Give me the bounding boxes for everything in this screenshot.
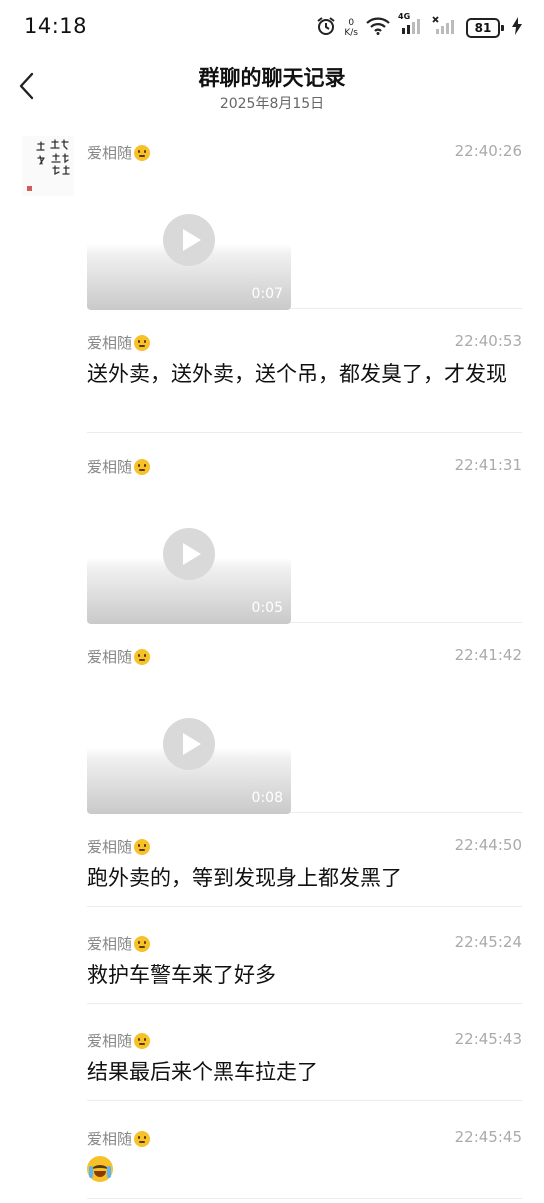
shushing-face-icon [134, 144, 151, 161]
sender-name: 爱相随 [87, 456, 151, 477]
sender-name: 爱相随 [87, 646, 151, 667]
sender-name: 爱相随 [87, 836, 151, 857]
sender-name: 爱相随 [87, 142, 151, 163]
video-message[interactable]: 0:07 [87, 192, 291, 310]
shushing-face-icon [134, 935, 151, 952]
message-text: 结果最后来个黑车拉走了 [87, 1060, 318, 1084]
message-time: 22:41:42 [454, 646, 522, 664]
status-time: 14:18 [24, 14, 88, 38]
video-message[interactable]: 0:08 [87, 696, 291, 814]
header: 群聊的聊天记录 2025年8月15日 [0, 56, 544, 126]
play-icon [163, 528, 215, 580]
sender-name: 爱相随 [87, 1030, 151, 1051]
message-time: 22:45:24 [454, 933, 522, 951]
message-item: 爱相随 22:41:42 0:08 [87, 644, 522, 814]
page-title: 群聊的聊天记录 [198, 66, 346, 90]
message-time: 22:40:53 [454, 332, 522, 350]
message-item: 爱相随 22:45:24 救护车警车来了好多 [87, 931, 522, 1004]
avatar[interactable] [22, 136, 74, 196]
message-item: 爱相随 22:45:45 [87, 1126, 522, 1199]
battery-icon: 81 [466, 18, 504, 38]
video-duration: 0:08 [251, 790, 283, 806]
message-time: 22:41:31 [454, 456, 522, 474]
message-item: 爱相随 22:44:50 跑外卖的，等到发现身上都发黑了 [87, 834, 522, 907]
message-text: 送外卖，送外卖，送个吊，都发臭了，才发现 [87, 362, 507, 386]
shushing-face-icon [134, 1130, 151, 1147]
shushing-face-icon [134, 458, 151, 475]
sender-name: 爱相随 [87, 1128, 151, 1149]
shushing-face-icon [134, 648, 151, 665]
shushing-face-icon [134, 838, 151, 855]
shushing-face-icon [134, 1032, 151, 1049]
message-time: 22:44:50 [454, 836, 522, 854]
status-bar: 14:18 0 K/s 4G 81 [0, 0, 544, 56]
charging-icon [512, 17, 522, 39]
sender-name: 爱相随 [87, 933, 151, 954]
loudly-crying-face-icon [87, 1156, 113, 1182]
play-icon [163, 718, 215, 770]
message-time: 22:45:45 [454, 1128, 522, 1146]
message-time: 22:40:26 [454, 142, 522, 160]
play-icon [163, 214, 215, 266]
alarm-icon [316, 16, 336, 40]
message-time: 22:45:43 [454, 1030, 522, 1048]
message-item: 爱相随 22:45:43 结果最后来个黑车拉走了 [87, 1028, 522, 1101]
signal-icon: 4G [398, 12, 424, 40]
page-date: 2025年8月15日 [219, 96, 325, 112]
sender-name: 爱相随 [87, 332, 151, 353]
net-speed: 0 K/s [344, 18, 358, 38]
shushing-face-icon [134, 334, 151, 351]
message-text: 跑外卖的，等到发现身上都发黑了 [87, 866, 402, 890]
video-duration: 0:05 [251, 600, 283, 616]
status-icons: 0 K/s 4G 81 [316, 12, 522, 42]
message-item: 爱相随 22:40:53 送外卖，送外卖，送个吊，都发臭了，才发现 [87, 330, 522, 433]
message-item: 爱相随 22:41:31 0:05 [87, 454, 522, 624]
signal-no-service-icon [432, 16, 458, 40]
video-duration: 0:07 [251, 286, 283, 302]
message-text: 救护车警车来了好多 [87, 963, 276, 987]
message-item: 爱相随 22:40:26 0:07 [87, 140, 522, 310]
video-message[interactable]: 0:05 [87, 506, 291, 624]
wifi-icon [366, 17, 390, 39]
